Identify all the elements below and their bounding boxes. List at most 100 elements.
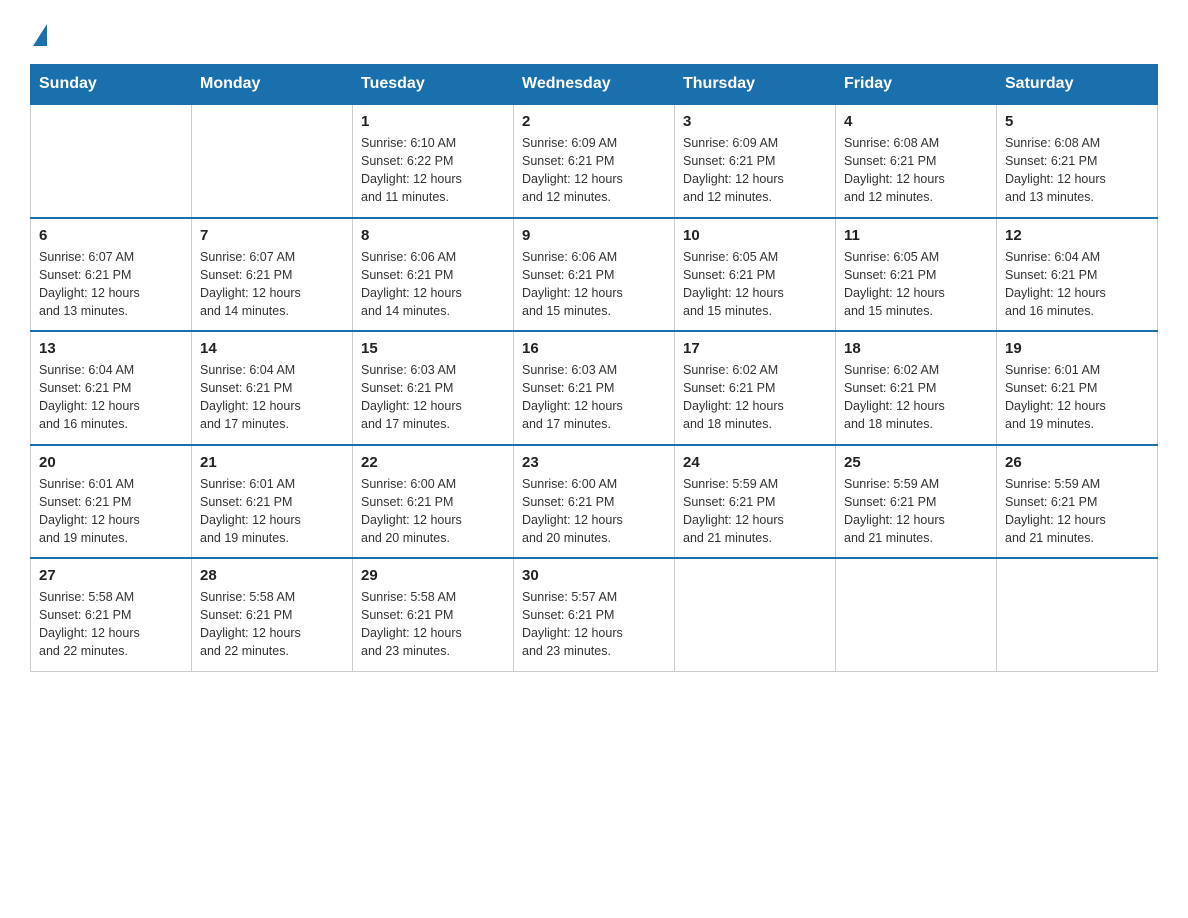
day-info: Sunrise: 6:08 AM Sunset: 6:21 PM Dayligh…: [844, 134, 988, 207]
day-info: Sunrise: 6:06 AM Sunset: 6:21 PM Dayligh…: [522, 248, 666, 321]
day-number: 9: [522, 227, 666, 244]
day-number: 18: [844, 340, 988, 357]
calendar-cell: [31, 104, 192, 218]
day-number: 8: [361, 227, 505, 244]
day-number: 13: [39, 340, 183, 357]
day-info: Sunrise: 5:59 AM Sunset: 6:21 PM Dayligh…: [844, 475, 988, 548]
day-info: Sunrise: 6:08 AM Sunset: 6:21 PM Dayligh…: [1005, 134, 1149, 207]
day-info: Sunrise: 5:58 AM Sunset: 6:21 PM Dayligh…: [200, 588, 344, 661]
calendar-cell: 2 Sunrise: 6:09 AM Sunset: 6:21 PM Daylig…: [514, 104, 675, 218]
day-number: 21: [200, 454, 344, 471]
calendar-cell: 22 Sunrise: 6:00 AM Sunset: 6:21 PM Dayli…: [353, 445, 514, 559]
day-number: 5: [1005, 113, 1149, 130]
day-info: Sunrise: 6:04 AM Sunset: 6:21 PM Dayligh…: [200, 361, 344, 434]
day-number: 4: [844, 113, 988, 130]
calendar-cell: 4 Sunrise: 6:08 AM Sunset: 6:21 PM Daylig…: [836, 104, 997, 218]
day-info: Sunrise: 6:00 AM Sunset: 6:21 PM Dayligh…: [361, 475, 505, 548]
day-number: 30: [522, 567, 666, 584]
day-number: 22: [361, 454, 505, 471]
day-number: 19: [1005, 340, 1149, 357]
day-info: Sunrise: 6:01 AM Sunset: 6:21 PM Dayligh…: [200, 475, 344, 548]
calendar-week-row: 1 Sunrise: 6:10 AM Sunset: 6:22 PM Daylig…: [31, 104, 1158, 218]
day-number: 7: [200, 227, 344, 244]
calendar-cell: 24 Sunrise: 5:59 AM Sunset: 6:21 PM Dayli…: [675, 445, 836, 559]
day-info: Sunrise: 6:05 AM Sunset: 6:21 PM Dayligh…: [844, 248, 988, 321]
calendar-cell: 30 Sunrise: 5:57 AM Sunset: 6:21 PM Dayli…: [514, 558, 675, 671]
day-info: Sunrise: 6:05 AM Sunset: 6:21 PM Dayligh…: [683, 248, 827, 321]
logo: [30, 20, 47, 46]
day-number: 28: [200, 567, 344, 584]
day-of-week-header: Monday: [192, 65, 353, 105]
day-of-week-header: Tuesday: [353, 65, 514, 105]
day-of-week-header: Saturday: [997, 65, 1158, 105]
calendar-cell: 17 Sunrise: 6:02 AM Sunset: 6:21 PM Dayli…: [675, 331, 836, 445]
day-info: Sunrise: 6:10 AM Sunset: 6:22 PM Dayligh…: [361, 134, 505, 207]
day-info: Sunrise: 5:58 AM Sunset: 6:21 PM Dayligh…: [39, 588, 183, 661]
calendar-cell: 5 Sunrise: 6:08 AM Sunset: 6:21 PM Daylig…: [997, 104, 1158, 218]
day-number: 3: [683, 113, 827, 130]
day-of-week-header: Thursday: [675, 65, 836, 105]
calendar-header-row: SundayMondayTuesdayWednesdayThursdayFrid…: [31, 65, 1158, 105]
day-number: 14: [200, 340, 344, 357]
calendar-cell: 8 Sunrise: 6:06 AM Sunset: 6:21 PM Daylig…: [353, 218, 514, 332]
calendar-week-row: 6Sunrise: 6:07 AM Sunset: 6:21 PM Daylig…: [31, 218, 1158, 332]
calendar-cell: 15 Sunrise: 6:03 AM Sunset: 6:21 PM Dayli…: [353, 331, 514, 445]
day-info: Sunrise: 5:58 AM Sunset: 6:21 PM Dayligh…: [361, 588, 505, 661]
calendar-cell: 16 Sunrise: 6:03 AM Sunset: 6:21 PM Dayli…: [514, 331, 675, 445]
day-number: 15: [361, 340, 505, 357]
calendar-cell: 19 Sunrise: 6:01 AM Sunset: 6:21 PM Dayli…: [997, 331, 1158, 445]
day-number: 23: [522, 454, 666, 471]
calendar-week-row: 13 Sunrise: 6:04 AM Sunset: 6:21 PM Dayli…: [31, 331, 1158, 445]
day-info: Sunrise: 6:09 AM Sunset: 6:21 PM Dayligh…: [522, 134, 666, 207]
day-number: 10: [683, 227, 827, 244]
day-info: Sunrise: 6:07 AM Sunset: 6:21 PM Dayligh…: [39, 248, 183, 321]
page-header: [30, 20, 1158, 46]
day-info: Sunrise: 5:57 AM Sunset: 6:21 PM Dayligh…: [522, 588, 666, 661]
calendar-cell: 23 Sunrise: 6:00 AM Sunset: 6:21 PM Dayli…: [514, 445, 675, 559]
day-info: Sunrise: 6:02 AM Sunset: 6:21 PM Dayligh…: [844, 361, 988, 434]
calendar-cell: 7Sunrise: 6:07 AM Sunset: 6:21 PM Daylig…: [192, 218, 353, 332]
day-info: Sunrise: 5:59 AM Sunset: 6:21 PM Dayligh…: [1005, 475, 1149, 548]
calendar-cell: 3 Sunrise: 6:09 AM Sunset: 6:21 PM Daylig…: [675, 104, 836, 218]
day-number: 29: [361, 567, 505, 584]
day-number: 27: [39, 567, 183, 584]
calendar-table: SundayMondayTuesdayWednesdayThursdayFrid…: [30, 64, 1158, 672]
calendar-week-row: 20 Sunrise: 6:01 AM Sunset: 6:21 PM Dayli…: [31, 445, 1158, 559]
day-number: 17: [683, 340, 827, 357]
day-number: 11: [844, 227, 988, 244]
calendar-cell: 13 Sunrise: 6:04 AM Sunset: 6:21 PM Dayli…: [31, 331, 192, 445]
day-info: Sunrise: 5:59 AM Sunset: 6:21 PM Dayligh…: [683, 475, 827, 548]
calendar-cell: [675, 558, 836, 671]
day-info: Sunrise: 6:00 AM Sunset: 6:21 PM Dayligh…: [522, 475, 666, 548]
calendar-cell: [997, 558, 1158, 671]
calendar-cell: 9 Sunrise: 6:06 AM Sunset: 6:21 PM Daylig…: [514, 218, 675, 332]
day-number: 24: [683, 454, 827, 471]
calendar-cell: 27 Sunrise: 5:58 AM Sunset: 6:21 PM Dayli…: [31, 558, 192, 671]
calendar-cell: 10 Sunrise: 6:05 AM Sunset: 6:21 PM Dayli…: [675, 218, 836, 332]
day-info: Sunrise: 6:01 AM Sunset: 6:21 PM Dayligh…: [39, 475, 183, 548]
calendar-cell: 14 Sunrise: 6:04 AM Sunset: 6:21 PM Dayli…: [192, 331, 353, 445]
calendar-cell: 26 Sunrise: 5:59 AM Sunset: 6:21 PM Dayli…: [997, 445, 1158, 559]
calendar-week-row: 27 Sunrise: 5:58 AM Sunset: 6:21 PM Dayli…: [31, 558, 1158, 671]
day-number: 25: [844, 454, 988, 471]
day-number: 26: [1005, 454, 1149, 471]
day-info: Sunrise: 6:06 AM Sunset: 6:21 PM Dayligh…: [361, 248, 505, 321]
calendar-cell: [836, 558, 997, 671]
calendar-cell: 20 Sunrise: 6:01 AM Sunset: 6:21 PM Dayli…: [31, 445, 192, 559]
day-info: Sunrise: 6:04 AM Sunset: 6:21 PM Dayligh…: [39, 361, 183, 434]
day-of-week-header: Friday: [836, 65, 997, 105]
day-number: 20: [39, 454, 183, 471]
day-info: Sunrise: 6:01 AM Sunset: 6:21 PM Dayligh…: [1005, 361, 1149, 434]
day-number: 1: [361, 113, 505, 130]
calendar-cell: 28 Sunrise: 5:58 AM Sunset: 6:21 PM Dayli…: [192, 558, 353, 671]
day-info: Sunrise: 6:04 AM Sunset: 6:21 PM Dayligh…: [1005, 248, 1149, 321]
day-number: 16: [522, 340, 666, 357]
calendar-cell: 11 Sunrise: 6:05 AM Sunset: 6:21 PM Dayli…: [836, 218, 997, 332]
calendar-cell: 6Sunrise: 6:07 AM Sunset: 6:21 PM Daylig…: [31, 218, 192, 332]
calendar-cell: [192, 104, 353, 218]
day-info: Sunrise: 6:09 AM Sunset: 6:21 PM Dayligh…: [683, 134, 827, 207]
day-info: Sunrise: 6:03 AM Sunset: 6:21 PM Dayligh…: [522, 361, 666, 434]
day-info: Sunrise: 6:02 AM Sunset: 6:21 PM Dayligh…: [683, 361, 827, 434]
day-info: Sunrise: 6:03 AM Sunset: 6:21 PM Dayligh…: [361, 361, 505, 434]
day-number: 2: [522, 113, 666, 130]
